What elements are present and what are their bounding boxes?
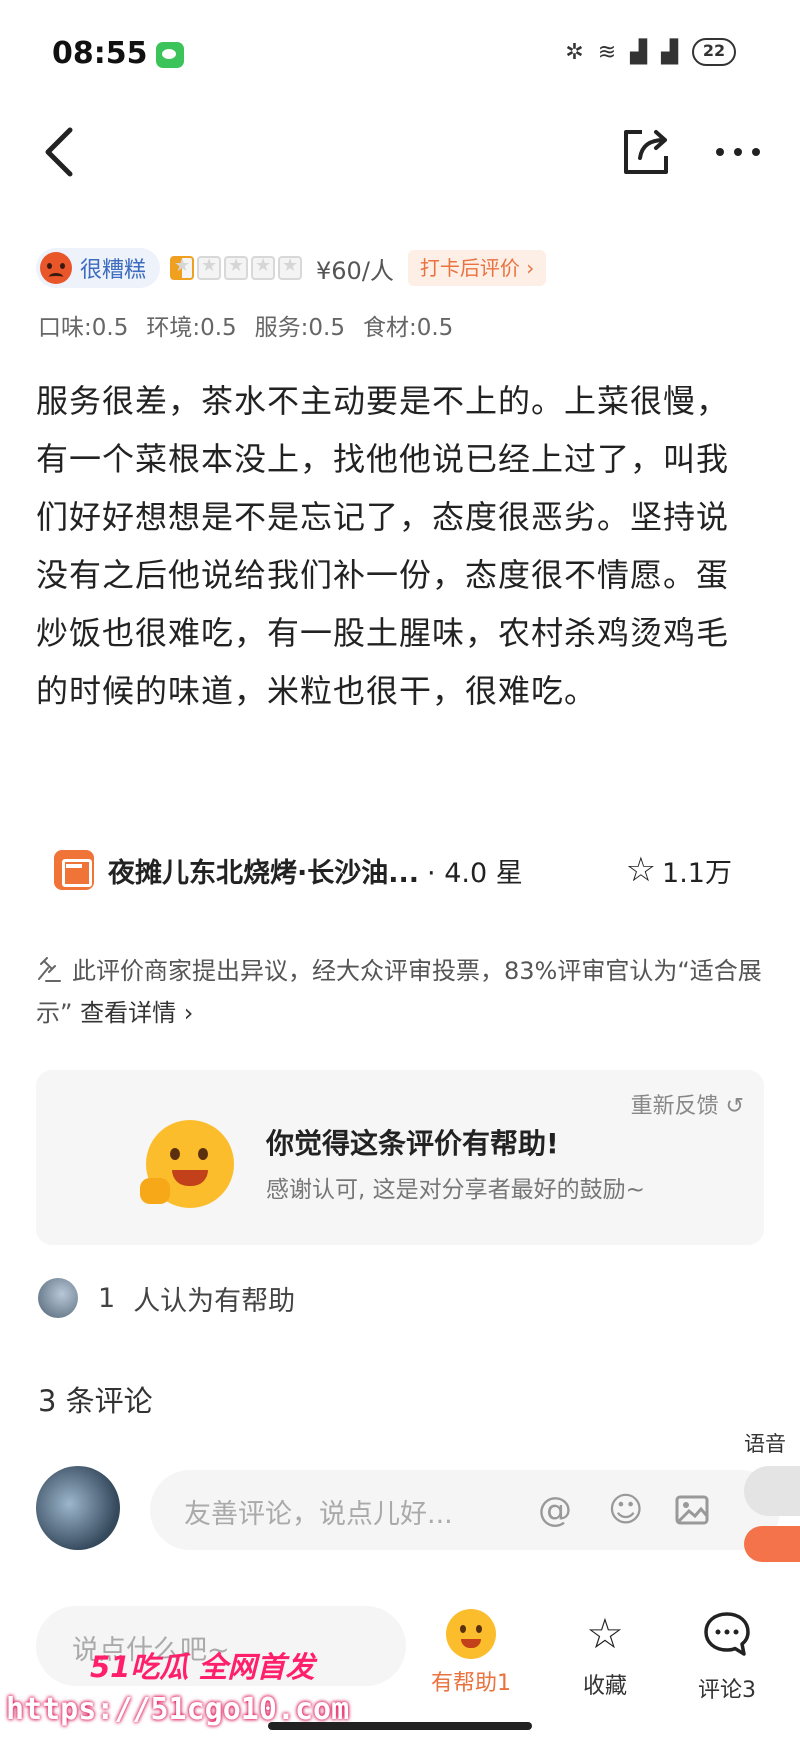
star-icon	[224, 255, 249, 280]
image-icon[interactable]	[674, 1492, 710, 1528]
favorite-button-label: 收藏	[582, 1674, 627, 1699]
status-time: 08:55	[52, 36, 148, 71]
refeedback-button[interactable]: 重新反馈 ↺	[631, 1088, 744, 1120]
helpful-count-number: 1	[98, 1282, 116, 1314]
watermark-logo: 51吃瓜 全网首发	[90, 1650, 315, 1684]
dispute-notice: 此评价商家提出异议，经大众评审投票，83%评审官认为“适合展示” 查看详情 ›	[36, 950, 766, 1034]
helpful-button-label: 有帮助1	[431, 1671, 511, 1696]
score-environment: 环境:0.5	[146, 315, 237, 341]
mention-icon[interactable]: @	[538, 1490, 572, 1530]
shop-card[interactable]: 夜摊儿东北烧烤·长沙油... · 4.0 星 ☆ 1.1万	[36, 836, 760, 904]
wechat-notification-icon	[156, 42, 184, 68]
comment-count: 3 条评论	[38, 1384, 153, 1418]
bluetooth-icon: ✲	[565, 39, 584, 65]
home-indicator	[268, 1722, 532, 1730]
star-icon	[278, 255, 303, 280]
status-bar: 08:55 ✲ ≋ ▟ ▟ 22	[0, 0, 800, 110]
score-service: 服务:0.5	[254, 315, 345, 341]
status-icons: ✲ ≋ ▟ ▟ 22	[565, 38, 736, 66]
comment-input[interactable]: 友善评论，说点儿好... @ ☺	[150, 1470, 780, 1550]
top-bar	[0, 112, 800, 192]
rating-row: 很糟糕 ¥60/人 打卡后评价 ›	[36, 246, 547, 290]
comment-button-label: 评论3	[698, 1678, 756, 1703]
price-per-person: ¥60/人	[316, 256, 394, 285]
wifi-icon: ≋	[597, 39, 617, 65]
voice-button[interactable]	[744, 1526, 800, 1562]
user-avatar[interactable]	[36, 1466, 120, 1550]
helpful-count[interactable]: 1 人认为有帮助	[38, 1278, 295, 1318]
signal-2-icon: ▟	[661, 39, 678, 65]
review-text: 服务很差，茶水不主动要是不上的。上菜很慢，有一个菜根本没上，找他他说已经上过了，…	[36, 382, 730, 710]
voice-label: 语音	[744, 1432, 786, 1456]
shop-name: 夜摊儿东北烧烤·长沙油...	[108, 857, 420, 889]
comment-button[interactable]: 评论3	[672, 1606, 782, 1704]
signal-icon: ▟	[630, 39, 648, 65]
shop-favorite-button[interactable]: ☆ 1.1万	[626, 850, 732, 890]
angry-face-icon	[40, 252, 72, 284]
helpful-subtitle: 感谢认可, 这是对分享者最好的鼓励~	[266, 1177, 645, 1203]
shop-score: · 4.0 星	[427, 857, 523, 889]
helpful-emoji-icon	[446, 1609, 496, 1659]
star-icon	[197, 255, 222, 280]
share-icon[interactable]	[618, 124, 674, 180]
helpful-button[interactable]: 有帮助1	[416, 1606, 526, 1697]
star-outline-icon: ☆	[586, 1609, 624, 1658]
star-icon	[170, 255, 195, 280]
shop-icon	[54, 850, 94, 890]
rating-tag: 很糟糕	[36, 248, 161, 288]
voice-widget[interactable]: 语音	[744, 1428, 800, 1568]
emoji-icon[interactable]: ☺	[608, 1490, 643, 1530]
avatar	[38, 1278, 78, 1318]
gavel-icon	[38, 957, 61, 982]
comment-input-placeholder: 友善评论，说点儿好...	[184, 1499, 453, 1530]
sub-scores: 口味:0.5 环境:0.5 服务:0.5 食材:0.5	[38, 308, 453, 342]
back-icon[interactable]	[36, 122, 86, 182]
score-ingredients: 食材:0.5	[362, 315, 454, 341]
star-outline-icon: ☆	[625, 850, 657, 890]
star-rating	[170, 255, 303, 280]
battery-icon: 22	[692, 38, 736, 66]
star-icon	[251, 255, 276, 280]
comment-bubble-icon	[704, 1612, 750, 1656]
helpful-title: 你觉得这条评价有帮助!	[266, 1127, 559, 1160]
helpful-count-label: 人认为有帮助	[133, 1285, 296, 1317]
helpful-feedback-card: 重新反馈 ↺ 你觉得这条评价有帮助! 感谢认可, 这是对分享者最好的鼓励~	[36, 1070, 764, 1245]
rating-label: 很糟糕	[80, 258, 147, 283]
dispute-details-link[interactable]: 查看详情 ›	[80, 999, 193, 1027]
emoji-hand-icon	[140, 1178, 170, 1204]
voice-avatar	[744, 1466, 800, 1516]
shop-favorite-count: 1.1万	[662, 857, 732, 889]
checkin-review-tag[interactable]: 打卡后评价 ›	[407, 250, 547, 286]
favorite-button[interactable]: ☆ 收藏	[550, 1606, 660, 1700]
comment-input-row: 友善评论，说点儿好... @ ☺	[36, 1466, 800, 1552]
score-taste: 口味:0.5	[38, 315, 129, 341]
more-icon[interactable]	[710, 126, 766, 178]
